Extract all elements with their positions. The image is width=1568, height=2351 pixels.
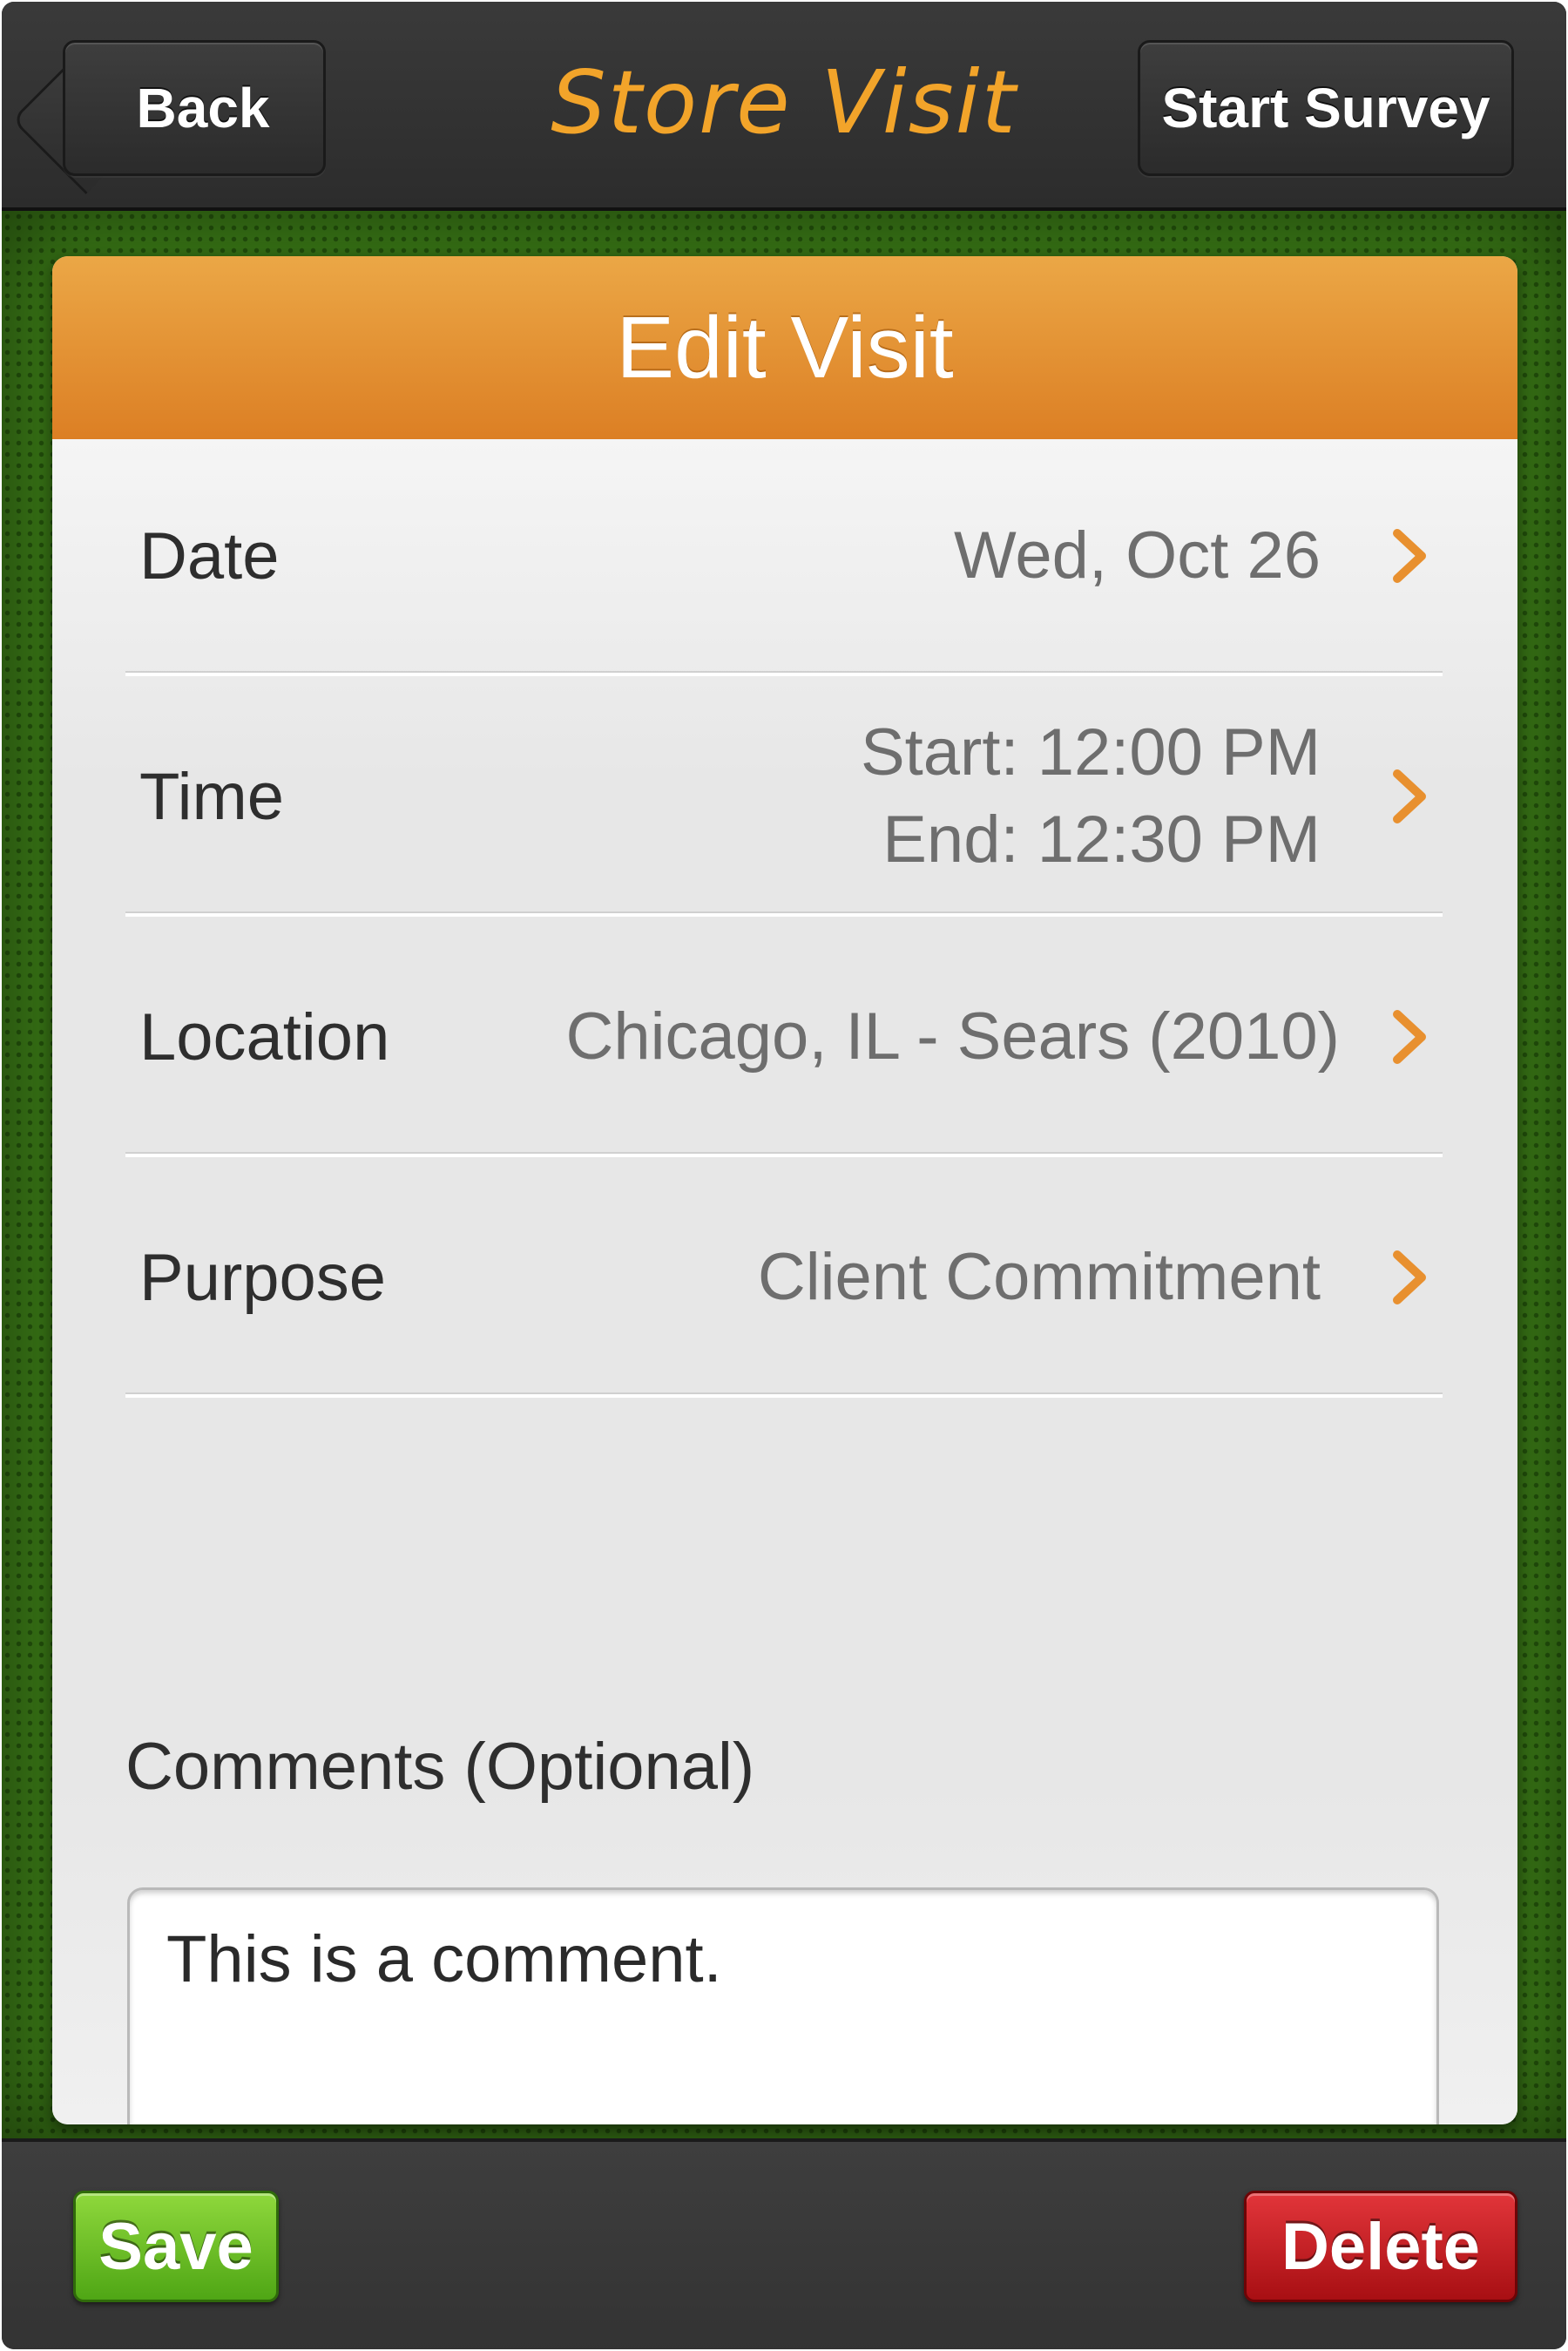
bottom-toolbar: Save Delete	[2, 2138, 1566, 2349]
time-value: Start: 12:00 PM End: 12:30 PM	[861, 680, 1321, 913]
purpose-row[interactable]: Purpose Client Commitment	[125, 1161, 1443, 1398]
chevron-right-icon	[1390, 920, 1429, 1154]
card-body: Date Wed, Oct 26 Time Start: 12:00 PM En…	[52, 439, 1517, 2124]
chevron-right-icon	[1390, 1161, 1429, 1394]
purpose-label: Purpose	[139, 1240, 387, 1315]
date-value-text: Wed, Oct 26	[953, 518, 1321, 593]
location-row[interactable]: Location Chicago, IL - Sears (2010)	[125, 920, 1443, 1157]
purpose-value: Client Commitment	[758, 1161, 1321, 1394]
delete-button[interactable]: Delete	[1244, 2191, 1517, 2302]
location-label: Location	[139, 999, 390, 1074]
location-value-text: Chicago, IL - Sears (2010)	[565, 999, 1340, 1074]
start-survey-button[interactable]: Start Survey	[1138, 40, 1514, 176]
date-value: Wed, Oct 26	[954, 439, 1321, 673]
comments-label: Comments (Optional)	[125, 1730, 755, 1804]
time-label: Time	[139, 759, 285, 834]
back-button[interactable]: Back	[63, 40, 326, 176]
card-title: Edit Visit	[52, 256, 1517, 439]
purpose-value-text: Client Commitment	[757, 1240, 1321, 1314]
date-label: Date	[139, 518, 280, 593]
location-value: Chicago, IL - Sears (2010)	[565, 920, 1340, 1154]
time-end: End: 12:30 PM	[882, 803, 1321, 877]
navigation-bar: Back Store Visit Start Survey	[2, 2, 1566, 211]
chevron-right-icon	[1390, 439, 1429, 673]
start-survey-label: Start Survey	[1161, 77, 1490, 139]
time-row[interactable]: Time Start: 12:00 PM End: 12:30 PM	[125, 680, 1443, 917]
time-start: Start: 12:00 PM	[860, 715, 1321, 789]
app-title: Store Visit	[551, 51, 1017, 153]
chevron-right-icon	[1390, 680, 1429, 913]
back-button-label: Back	[136, 77, 270, 139]
delete-button-label: Delete	[1281, 2209, 1481, 2284]
save-button[interactable]: Save	[73, 2191, 279, 2302]
date-row[interactable]: Date Wed, Oct 26	[125, 439, 1443, 676]
comments-textarea[interactable]: This is a comment.	[127, 1887, 1439, 2124]
app-screen: Back Store Visit Start Survey Edit Visit…	[2, 2, 1566, 2349]
save-button-label: Save	[98, 2209, 253, 2284]
edit-visit-card: Edit Visit Date Wed, Oct 26 Time Start: …	[52, 256, 1517, 2124]
